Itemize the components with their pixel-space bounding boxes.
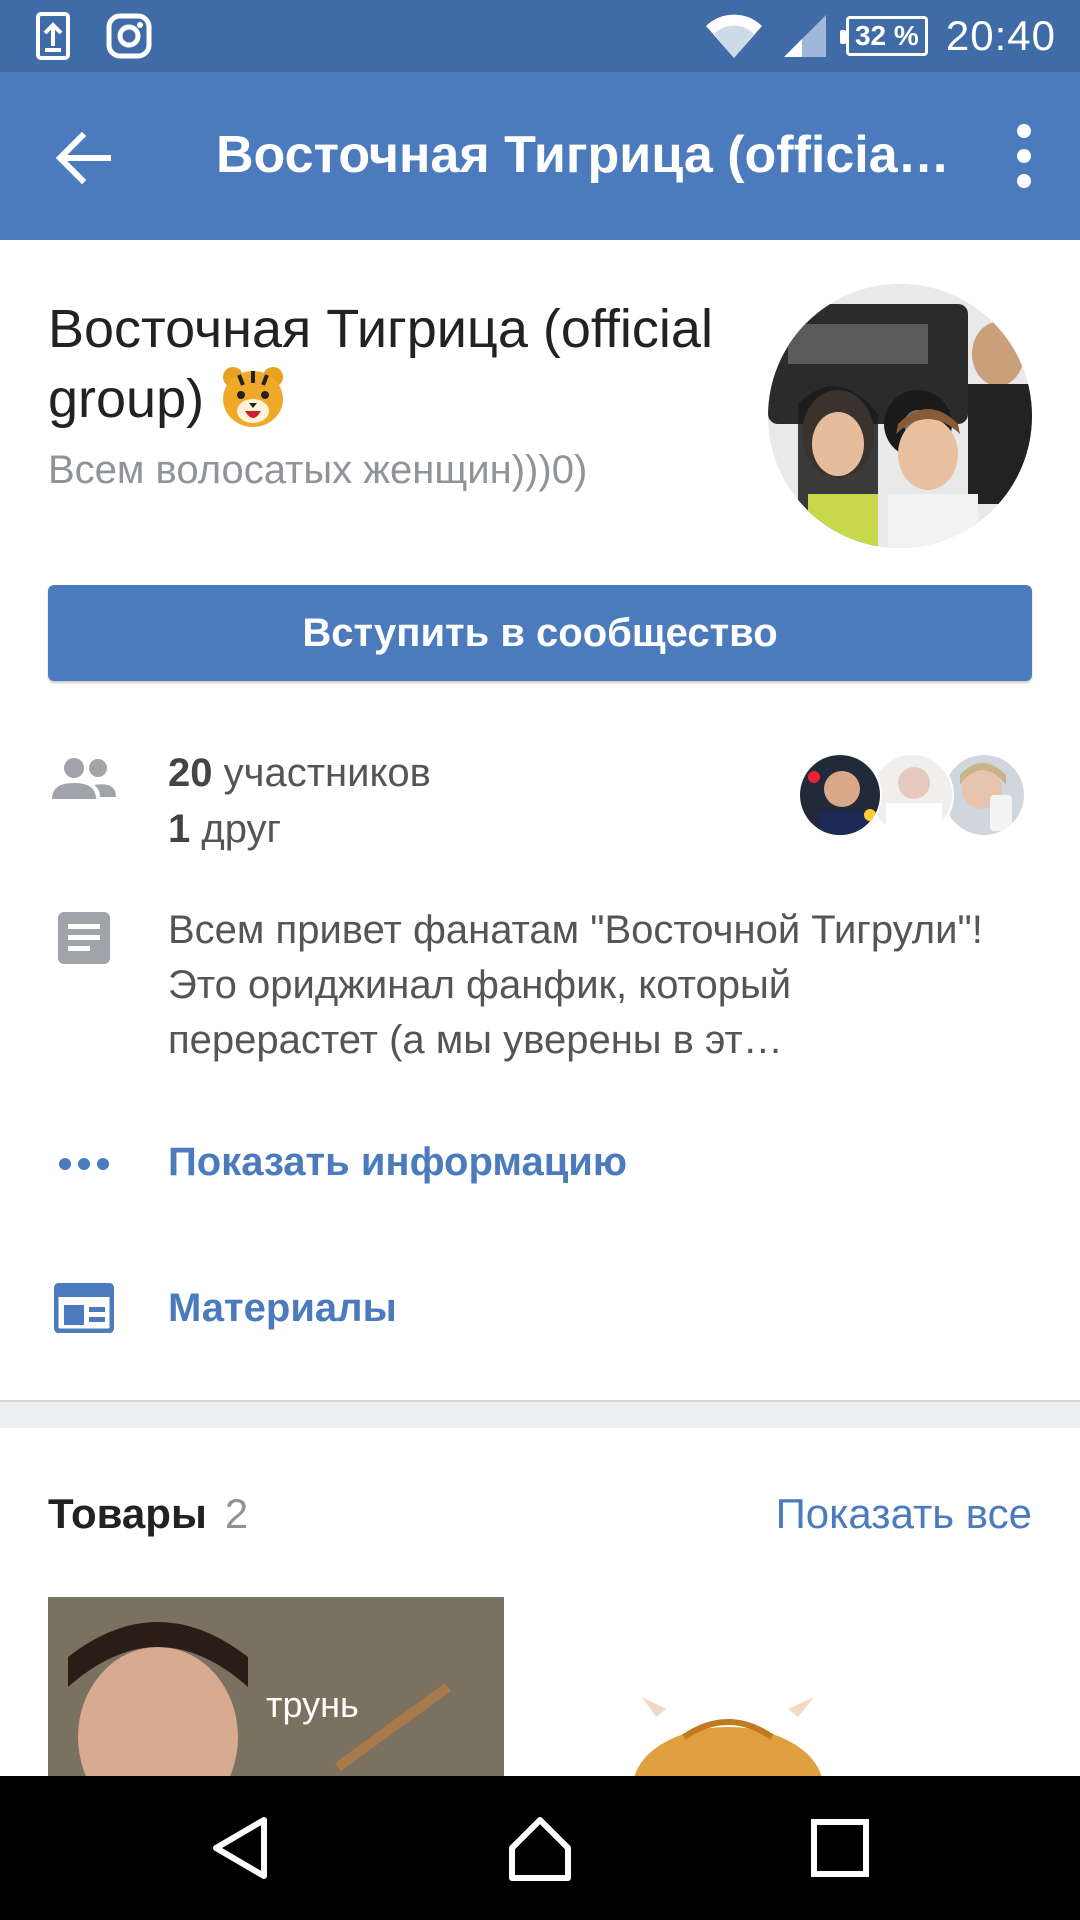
upload-icon [36,12,70,60]
goods-header: Товары 2 [48,1490,248,1538]
group-description: Всем привет фанатам "Восточной Тигрули"!… [168,908,983,1062]
signal-icon [783,15,826,57]
members-info[interactable]: 20 участников 1 друг [168,745,431,857]
join-community-button[interactable]: Вступить в сообщество [48,585,1032,681]
members-count: 20 [168,751,213,795]
group-avatar-image [768,284,1032,548]
avatar [798,753,882,837]
members-label: участников [223,751,431,795]
app-bar: Восточная Тигрица (official … [0,72,1080,240]
product-card[interactable] [576,1597,1032,1777]
avatar [870,753,954,837]
back-nav-icon[interactable] [204,1812,276,1884]
show-all-link[interactable]: Показать все [776,1490,1032,1538]
friends-label: друг [201,807,282,851]
member-avatars[interactable] [798,753,1038,839]
materials-link[interactable]: Материалы [168,1286,397,1331]
app-bar-title: Восточная Тигрица (official … [216,126,956,184]
battery-level: 32 % [854,20,919,51]
instagram-icon [106,13,152,59]
tiger-emoji-icon [223,367,284,427]
goods-count: 2 [224,1490,249,1537]
product-caption: трунь [266,1684,359,1725]
group-name: Восточная Тигрица (official group) [48,295,748,433]
battery-icon: 32 % [839,16,928,56]
group-status: Всем волосатых женщин)))0) [48,448,588,492]
back-arrow-icon[interactable] [52,126,116,190]
product-card[interactable]: трунь [48,1597,504,1777]
more-options-icon[interactable] [1004,124,1044,188]
friends-count: 1 [168,807,191,851]
avatar [942,753,1026,837]
recents-nav-icon[interactable] [804,1812,876,1884]
group-avatar[interactable] [768,284,1032,548]
more-dots-icon [48,1128,120,1200]
status-bar: 32 % 20:40 [0,0,1080,72]
clock: 20:40 [945,12,1056,59]
goods-title: Товары [48,1490,207,1537]
description-icon [48,902,120,974]
product-image [576,1597,1032,1777]
group-name-text: Восточная Тигрица (official group) [48,299,713,429]
materials-icon [48,1272,120,1344]
product-image: трунь [48,1597,504,1777]
section-divider [0,1400,1080,1428]
navigation-bar [0,1776,1080,1920]
home-nav-icon[interactable] [504,1812,576,1884]
members-icon [48,743,120,815]
show-info-link[interactable]: Показать информацию [168,1140,627,1185]
wifi-icon [705,14,762,59]
